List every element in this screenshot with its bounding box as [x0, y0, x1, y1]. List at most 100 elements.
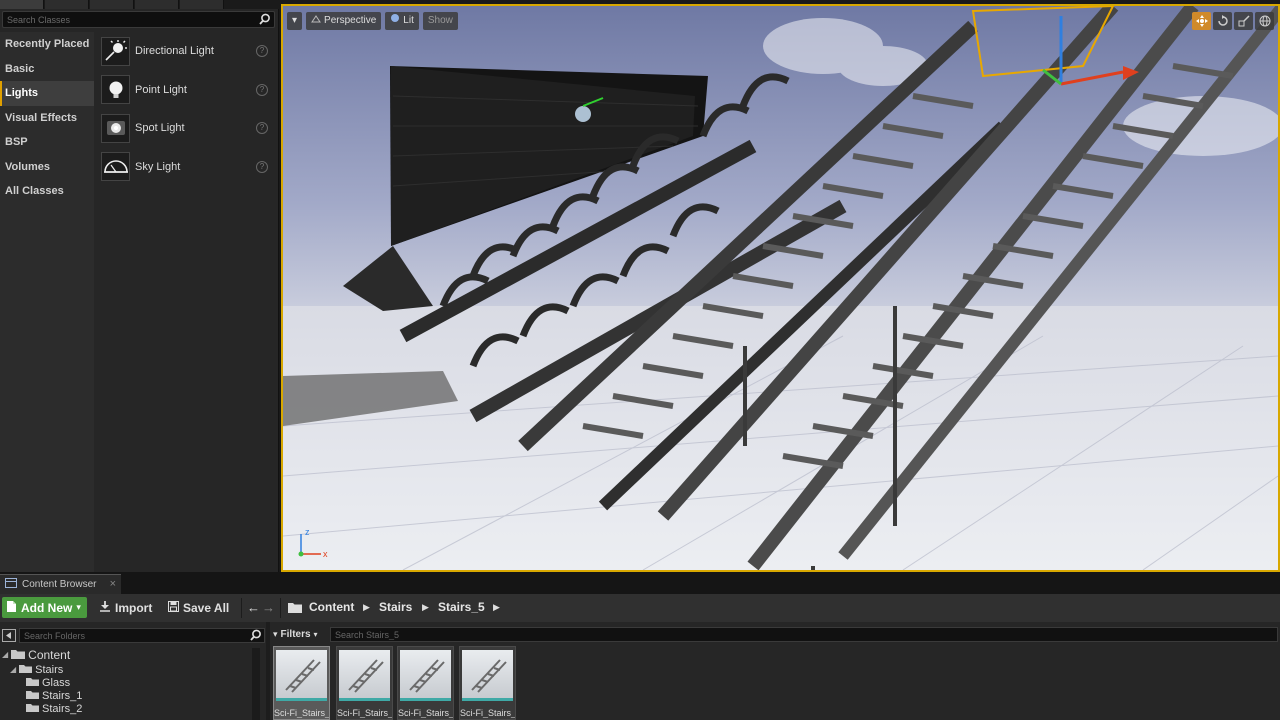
help-icon[interactable]: ?: [256, 122, 268, 134]
asset-label: Sci-Fi_Stairs_: [337, 708, 392, 718]
breadcrumb-content[interactable]: Content: [309, 597, 354, 618]
filters-label: Filters: [280, 629, 311, 640]
stairs-thumbnail-icon: [400, 650, 451, 698]
download-icon: [99, 600, 111, 615]
tree-item-glass[interactable]: Glass: [26, 676, 70, 689]
breadcrumb-arrow-icon[interactable]: ▶: [363, 597, 370, 618]
content-browser-tabstrip: Content Browser ×: [0, 572, 1280, 594]
add-new-button[interactable]: Add New ▾: [2, 597, 87, 618]
tree-item-stairs[interactable]: ◢ Stairs: [10, 663, 63, 676]
asset-type-strip: [462, 698, 513, 701]
breadcrumb-arrow-icon[interactable]: ▶: [422, 597, 429, 618]
point-light-icon: [101, 75, 130, 105]
category-volumes[interactable]: Volumes: [0, 155, 94, 180]
rotate-tool-icon[interactable]: [1213, 12, 1232, 30]
placeable-list: Directional Light ? Point Light ? Spot L…: [98, 32, 274, 186]
filters-button[interactable]: ▾ Filters ▾: [273, 627, 318, 642]
axis-x-label: x: [323, 549, 328, 559]
import-label: Import: [115, 600, 153, 615]
asset-label: Sci-Fi_Stairs_: [398, 708, 453, 718]
show-label: Show: [427, 15, 453, 26]
stairs-thumbnail-icon: [462, 650, 513, 698]
asset-tile[interactable]: Sci-Fi_Stairs_: [459, 646, 516, 720]
search-icon[interactable]: [259, 13, 271, 29]
sky-light-label: Sky Light: [135, 160, 181, 173]
tab-content-browser[interactable]: Content Browser ×: [0, 574, 121, 594]
chevron-down-icon: ▾: [273, 629, 278, 639]
mode-tab-place[interactable]: [0, 0, 44, 9]
content-browser-toolbar: Add New ▾ Import Save All ← → Content ▶ …: [0, 594, 1280, 622]
folder-search-input[interactable]: [19, 628, 265, 643]
category-all-classes[interactable]: All Classes: [0, 179, 94, 204]
panel-splitter[interactable]: [266, 622, 270, 720]
asset-type-strip: [400, 698, 451, 701]
folder-tree: ◢ Content ◢ Stairs Glass Stairs_1 Stairs…: [0, 648, 262, 720]
folder-icon: [26, 703, 39, 715]
toolbar-separator: [241, 598, 242, 618]
expand-arrow-icon[interactable]: ◢: [2, 650, 8, 659]
search-icon[interactable]: [250, 629, 262, 645]
stairs-thumbnail-icon: [339, 650, 390, 698]
tree-item-stairs-1[interactable]: Stairs_1: [26, 689, 82, 702]
spot-light-icon: [101, 113, 130, 143]
folder-search-box: [2, 628, 265, 645]
folder-icon: [11, 648, 26, 662]
translate-tool-icon[interactable]: [1192, 12, 1211, 30]
perspective-label: Perspective: [324, 15, 377, 26]
asset-search-input[interactable]: [330, 627, 1278, 642]
asset-tile[interactable]: Sci-Fi_Stairs_: [273, 646, 330, 720]
tree-item-stairs-2[interactable]: Stairs_2: [26, 702, 82, 715]
save-icon: [168, 600, 179, 615]
add-new-label: Add New: [21, 600, 73, 615]
class-search-input[interactable]: [3, 12, 253, 27]
forward-arrow-icon[interactable]: →: [262, 597, 275, 618]
expand-arrow-icon[interactable]: ◢: [10, 665, 16, 674]
level-viewport[interactable]: ▾ Perspective Lit Show z x: [281, 4, 1280, 572]
category-lights[interactable]: Lights: [0, 81, 94, 106]
category-recently-placed[interactable]: Recently Placed: [0, 32, 94, 57]
asset-tile[interactable]: Sci-Fi_Stairs_: [397, 646, 454, 720]
breadcrumb-arrow-icon[interactable]: ▶: [493, 597, 500, 618]
collapse-sources-icon[interactable]: [2, 629, 16, 645]
mode-tab-geometry[interactable]: [180, 0, 224, 9]
mode-tab-paint[interactable]: [45, 0, 89, 9]
world-space-icon[interactable]: [1255, 12, 1274, 30]
back-arrow-icon[interactable]: ←: [247, 597, 260, 618]
category-basic[interactable]: Basic: [0, 57, 94, 82]
scale-tool-icon[interactable]: [1234, 12, 1253, 30]
category-bsp[interactable]: BSP: [0, 130, 94, 155]
chevron-down-icon: ▾: [292, 15, 298, 26]
asset-tile[interactable]: Sci-Fi_Stairs_: [336, 646, 393, 720]
show-button[interactable]: Show: [422, 12, 458, 30]
tree-item-content[interactable]: ◢ Content: [2, 648, 70, 662]
help-icon[interactable]: ?: [256, 160, 268, 173]
perspective-button[interactable]: Perspective: [306, 12, 382, 30]
asset-type-strip: [339, 698, 390, 701]
list-item-directional-light[interactable]: Directional Light ?: [98, 32, 274, 71]
viewport-options-button[interactable]: ▾: [287, 12, 303, 30]
mode-tab-foliage[interactable]: [135, 0, 179, 9]
content-browser-tab-label: Content Browser: [22, 579, 97, 590]
toolbar-separator: [280, 598, 281, 618]
asset-type-strip: [276, 698, 327, 701]
help-icon[interactable]: ?: [256, 83, 268, 96]
directional-light-label: Directional Light: [135, 45, 214, 58]
axis-indicator: z x: [293, 524, 333, 567]
category-visual-effects[interactable]: Visual Effects: [0, 106, 94, 131]
list-item-spot-light[interactable]: Spot Light ?: [98, 109, 274, 148]
mode-tab-landscape[interactable]: [90, 0, 134, 9]
save-all-button[interactable]: Save All: [168, 597, 229, 618]
breadcrumb-stairs[interactable]: Stairs: [379, 597, 412, 618]
help-icon[interactable]: ?: [256, 45, 268, 57]
directional-light-icon: [101, 36, 130, 66]
folder-icon: [288, 597, 302, 618]
folder-tree-scrollbar[interactable]: [252, 648, 260, 720]
lit-button[interactable]: Lit: [385, 12, 419, 30]
list-item-sky-light[interactable]: Sky Light ?: [98, 148, 274, 187]
list-item-point-light[interactable]: Point Light ?: [98, 71, 274, 110]
breadcrumb-stairs-5[interactable]: Stairs_5: [438, 597, 485, 618]
import-button[interactable]: Import: [99, 597, 152, 618]
category-list: Recently Placed Basic Lights Visual Effe…: [0, 32, 94, 572]
close-icon[interactable]: ×: [110, 578, 116, 590]
tree-label: Glass: [42, 676, 71, 689]
